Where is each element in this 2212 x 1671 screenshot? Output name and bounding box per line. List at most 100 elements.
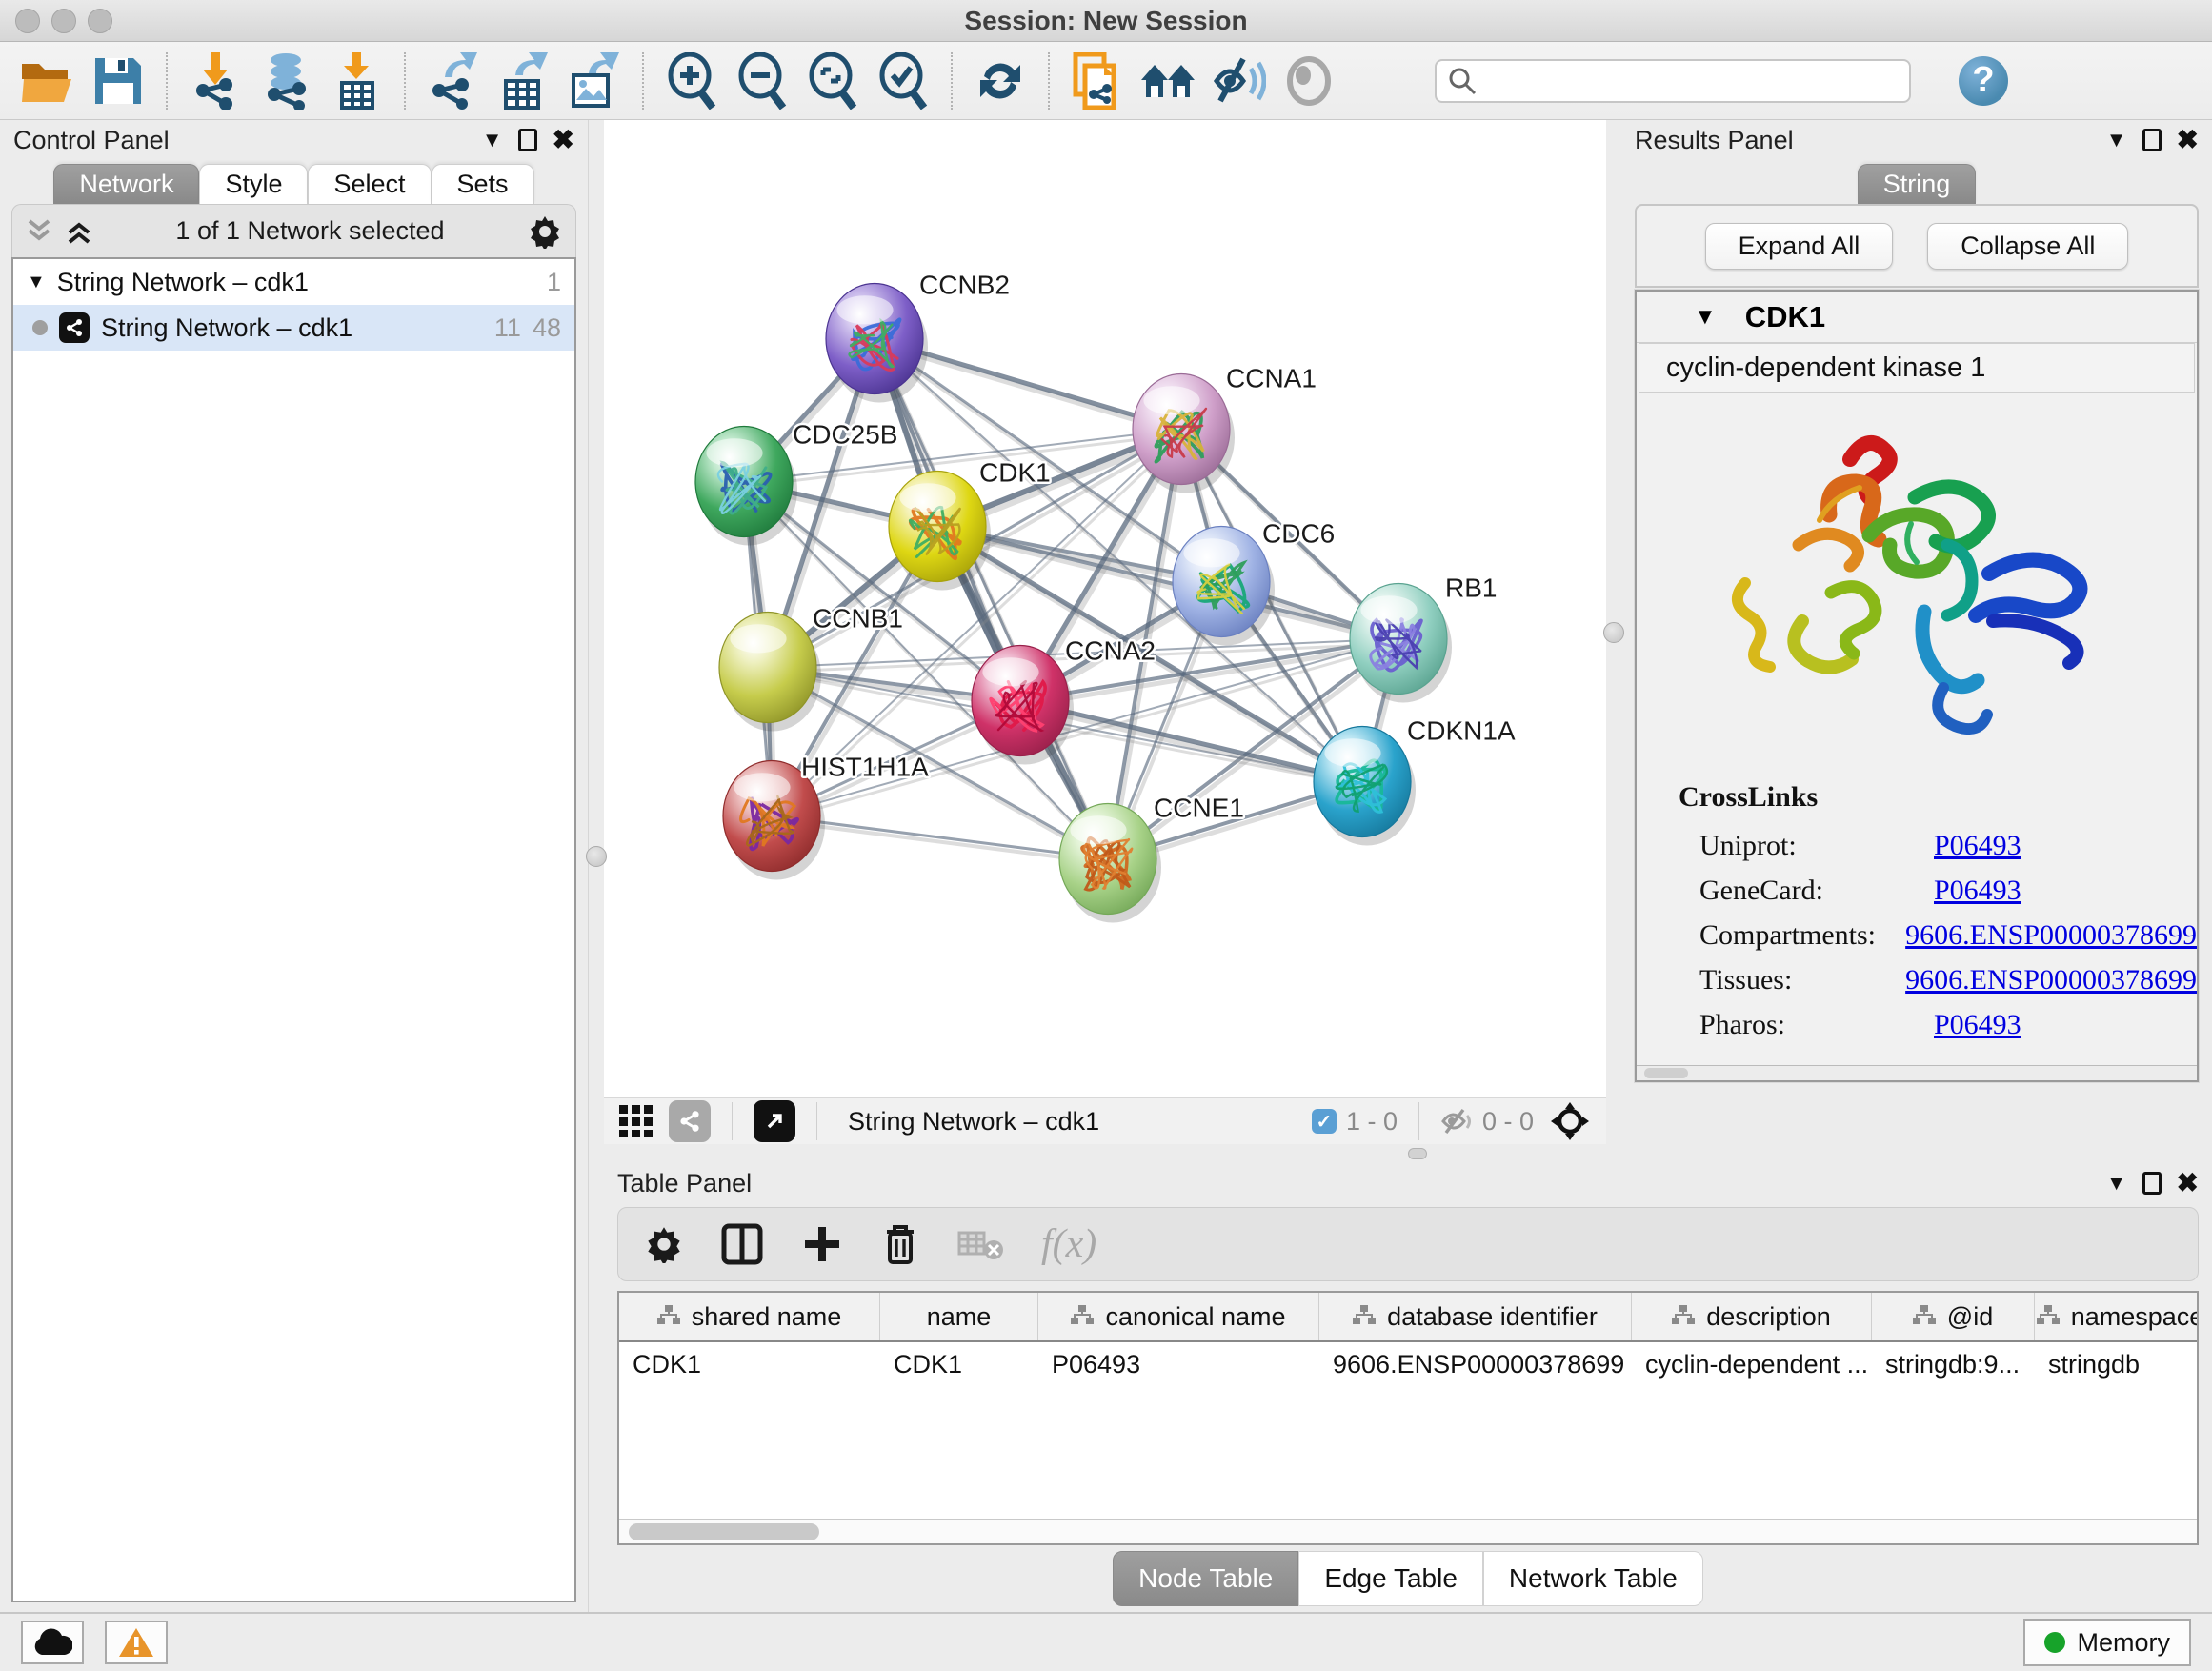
- column-label: shared name: [692, 1302, 842, 1332]
- birds-eye-toggle-icon[interactable]: [1549, 1100, 1591, 1142]
- node-label-CCNB2: CCNB2: [919, 271, 1010, 300]
- help-button[interactable]: ?: [1959, 56, 2008, 106]
- network-node-CCNB2[interactable]: CCNB2: [826, 271, 1010, 403]
- delete-column-icon[interactable]: [881, 1222, 919, 1266]
- search-box[interactable]: [1435, 59, 1911, 103]
- table-horizontal-scrollbar[interactable]: [619, 1519, 2197, 1543]
- tab-edge-table[interactable]: Edge Table: [1298, 1551, 1483, 1606]
- protein-header-row[interactable]: ▼ CDK1: [1637, 292, 2197, 343]
- tab-sets[interactable]: Sets: [432, 164, 534, 204]
- tab-network-table[interactable]: Network Table: [1483, 1551, 1703, 1606]
- network-row[interactable]: String Network – cdk1 11 48: [13, 305, 574, 351]
- zoom-selected-button[interactable]: [873, 50, 934, 111]
- results-horizontal-scrollbar[interactable]: [1637, 1065, 2197, 1080]
- horizontal-splitter[interactable]: [604, 1144, 2212, 1163]
- tab-string[interactable]: String: [1858, 164, 1977, 204]
- crosslink-link[interactable]: P06493: [1934, 830, 2021, 862]
- import-table-button[interactable]: [326, 50, 387, 111]
- zoom-in-button[interactable]: [661, 50, 722, 111]
- network-share-mode-icon[interactable]: [669, 1100, 711, 1142]
- crosslink-link[interactable]: 9606.ENSP00000378699: [1905, 919, 2197, 952]
- annotation-button[interactable]: [1067, 50, 1128, 111]
- memory-button[interactable]: Memory: [2023, 1619, 2191, 1666]
- tab-style[interactable]: Style: [199, 164, 308, 204]
- column-header-shared-name[interactable]: shared name: [619, 1293, 880, 1340]
- table-panel-float-button[interactable]: ▼: [2106, 1171, 2127, 1196]
- crosslinks-heading: CrossLinks: [1679, 781, 2197, 814]
- network-node-CDKN1A[interactable]: CDKN1A: [1314, 716, 1516, 846]
- collapse-all-button[interactable]: Collapse All: [1927, 223, 2128, 270]
- table-cell[interactable]: P06493: [1038, 1342, 1319, 1390]
- table-cell[interactable]: cyclin-dependent ...: [1632, 1342, 1872, 1390]
- collection-expand-arrow[interactable]: ▼: [27, 272, 46, 293]
- table-cell[interactable]: stringdb: [2035, 1342, 2199, 1390]
- control-panel-float-button[interactable]: ▼: [482, 128, 503, 152]
- network-node-RB1[interactable]: RB1: [1350, 574, 1497, 703]
- table-cell[interactable]: CDK1: [880, 1342, 1038, 1390]
- network-node-CDC6[interactable]: CDC6: [1173, 519, 1335, 646]
- zoom-fit-button[interactable]: [802, 50, 863, 111]
- show-button[interactable]: [1278, 50, 1339, 111]
- collapse-all-icon[interactable]: [26, 217, 52, 246]
- refresh-button[interactable]: [970, 50, 1031, 111]
- column-header-name[interactable]: name: [880, 1293, 1038, 1340]
- table-panel-maximize-button[interactable]: [2142, 1172, 2162, 1195]
- gear-icon[interactable]: [528, 214, 562, 249]
- column-header-database-identifier[interactable]: database identifier: [1319, 1293, 1632, 1340]
- control-panel-close-button[interactable]: ✖: [553, 127, 574, 153]
- selected-counts: 1 - 0: [1346, 1107, 1398, 1137]
- table-cell[interactable]: stringdb:9...: [1872, 1342, 2035, 1390]
- expand-all-icon[interactable]: [66, 217, 92, 246]
- tab-node-table[interactable]: Node Table: [1113, 1551, 1298, 1606]
- results-panel-float-button[interactable]: ▼: [2106, 128, 2127, 152]
- add-column-icon[interactable]: [801, 1223, 843, 1265]
- save-session-button[interactable]: [88, 50, 149, 111]
- network-node-HIST1H1A[interactable]: HIST1H1A: [723, 753, 929, 880]
- left-splitter[interactable]: [589, 120, 604, 1612]
- table-gear-icon[interactable]: [645, 1225, 683, 1263]
- cloud-status-button[interactable]: [21, 1621, 84, 1664]
- export-image-button[interactable]: [564, 50, 625, 111]
- table-panel-close-button[interactable]: ✖: [2177, 1170, 2199, 1197]
- results-panel-close-button[interactable]: ✖: [2177, 127, 2199, 153]
- column-header-canonical-name[interactable]: canonical name: [1038, 1293, 1319, 1340]
- detach-view-icon[interactable]: [754, 1100, 795, 1142]
- network-node-CCNE1[interactable]: CCNE1: [1059, 794, 1244, 923]
- crosslink-link[interactable]: P06493: [1934, 875, 2021, 907]
- table-cell[interactable]: CDK1: [619, 1342, 880, 1390]
- warning-button[interactable]: [105, 1621, 168, 1664]
- expand-all-button[interactable]: Expand All: [1705, 223, 1894, 270]
- network-canvas[interactable]: CCNB2CCNA1CDC25BCDK1CDC6RB1CCNB1CCNA2CDK…: [604, 120, 1606, 1097]
- crosslink-row: Pharos:P06493: [1679, 1002, 2197, 1047]
- results-panel-maximize-button[interactable]: [2142, 129, 2162, 151]
- search-input[interactable]: [1484, 66, 1898, 95]
- protein-collapse-arrow[interactable]: ▼: [1694, 304, 1717, 331]
- table-cell[interactable]: 9606.ENSP00000378699: [1319, 1342, 1632, 1390]
- crosslink-link[interactable]: P06493: [1934, 1009, 2021, 1041]
- first-neighbors-button[interactable]: [1137, 50, 1198, 111]
- export-network-button[interactable]: [423, 50, 484, 111]
- column-header--id[interactable]: @id: [1872, 1293, 2035, 1340]
- column-header-description[interactable]: description: [1632, 1293, 1872, 1340]
- network-collection-row[interactable]: ▼ String Network – cdk1 1: [13, 259, 574, 305]
- crosslink-link[interactable]: 9606.ENSP00000378699: [1905, 964, 2197, 997]
- control-panel-maximize-button[interactable]: [518, 129, 537, 151]
- import-database-button[interactable]: [255, 50, 316, 111]
- column-tree-icon: [1071, 1302, 1094, 1332]
- network-edge-count: 48: [533, 313, 561, 343]
- grid-mode-icon[interactable]: [619, 1105, 654, 1137]
- export-table-button[interactable]: [493, 50, 554, 111]
- selected-checkbox-icon[interactable]: ✓: [1312, 1109, 1337, 1134]
- split-columns-icon[interactable]: [721, 1223, 763, 1265]
- table-row[interactable]: CDK1CDK1P064939606.ENSP00000378699cyclin…: [619, 1342, 2197, 1390]
- tab-select[interactable]: Select: [308, 164, 431, 204]
- open-session-button[interactable]: [17, 50, 78, 111]
- right-splitter[interactable]: [1606, 120, 1621, 1144]
- column-header-namespace[interactable]: namespace: [2035, 1293, 2199, 1340]
- crosslink-label: Compartments:: [1679, 919, 1905, 952]
- status-bar: Memory: [0, 1612, 2212, 1671]
- zoom-out-button[interactable]: [732, 50, 793, 111]
- hide-button[interactable]: [1208, 50, 1269, 111]
- import-network-button[interactable]: [185, 50, 246, 111]
- tab-network[interactable]: Network: [53, 164, 199, 204]
